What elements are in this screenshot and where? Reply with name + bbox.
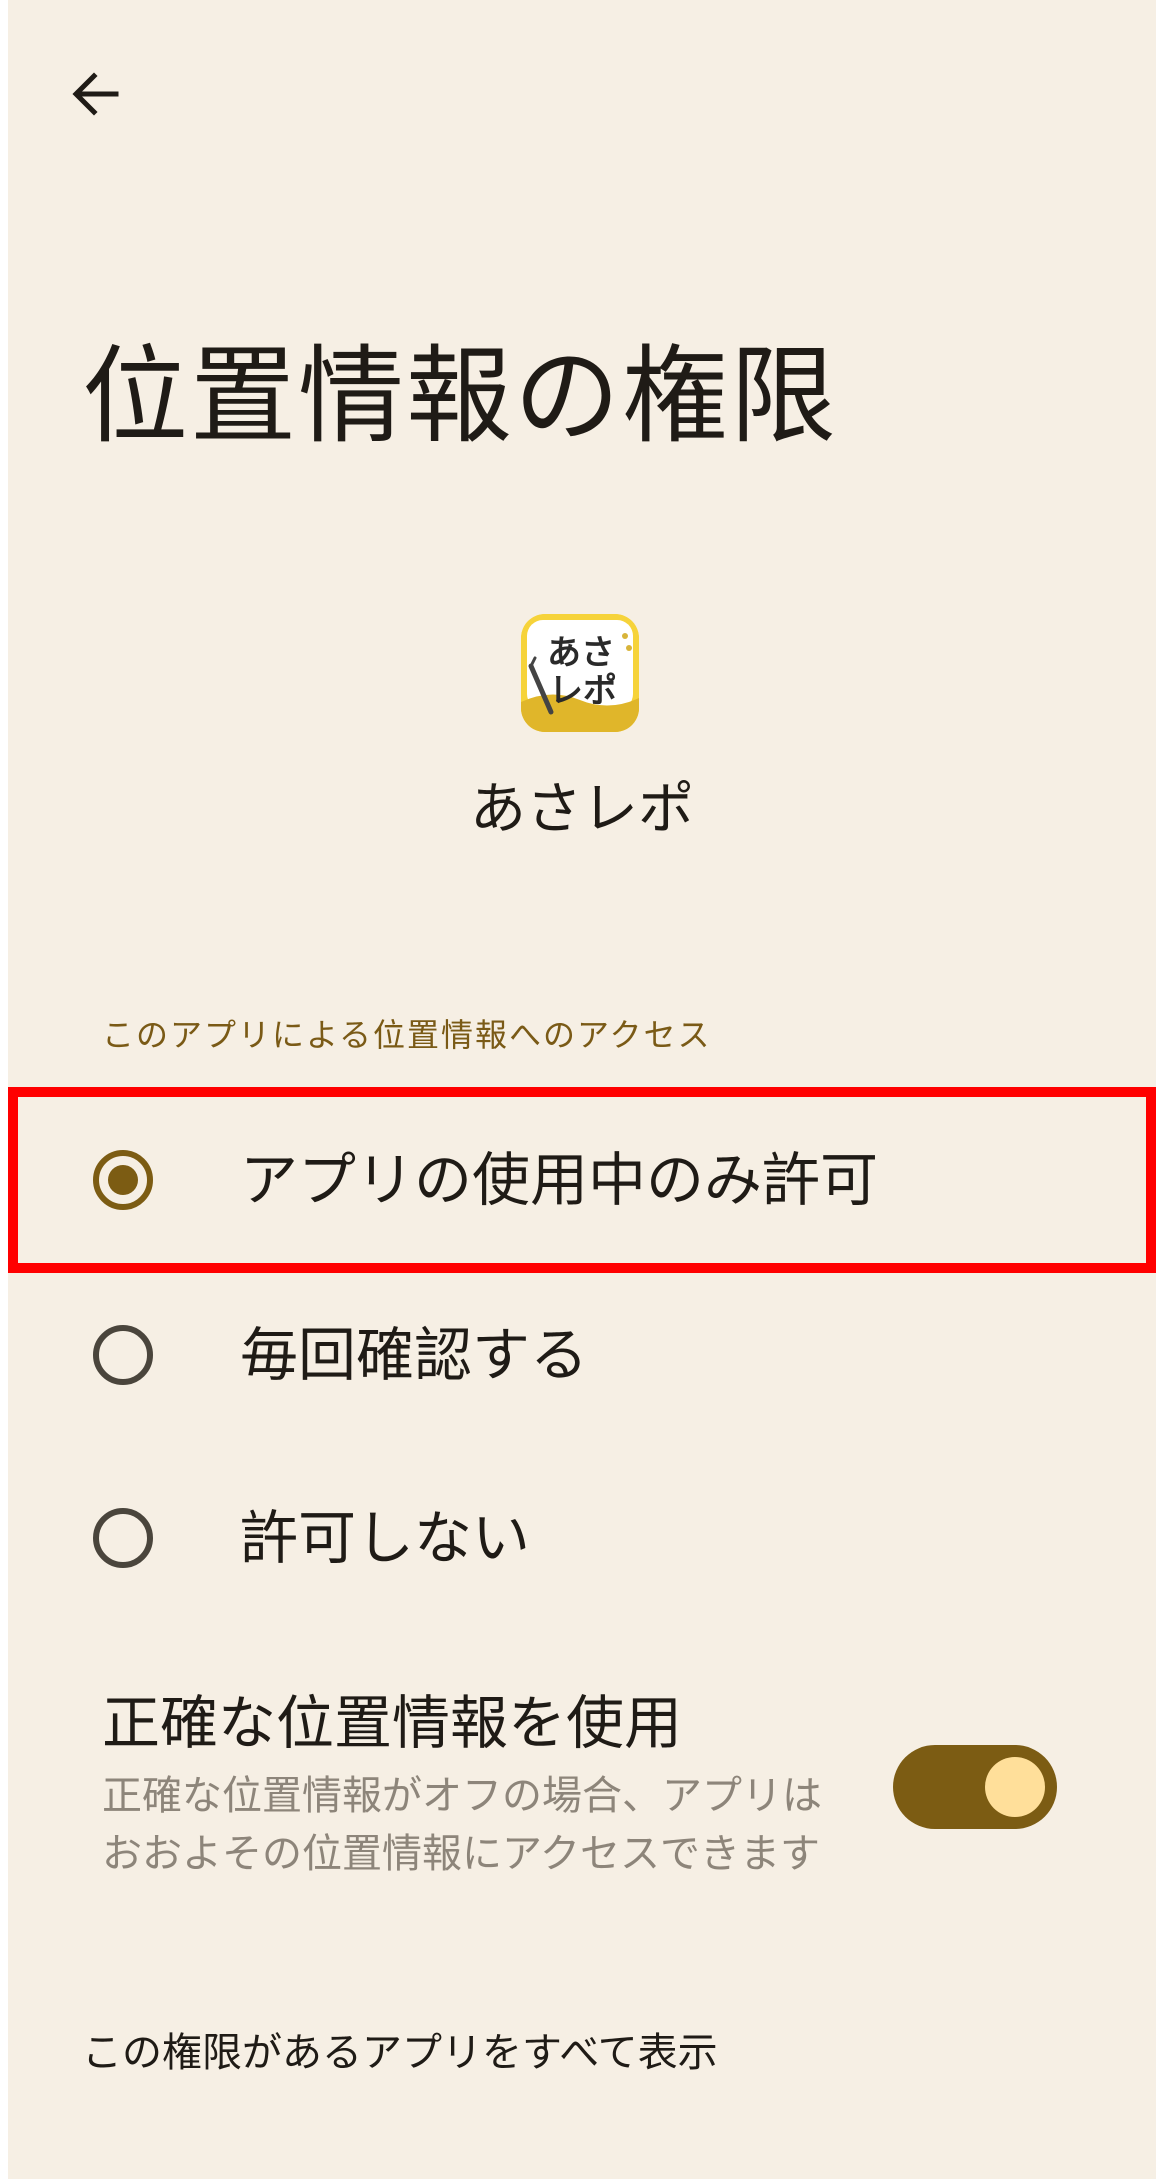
radio-selected-icon[interactable] bbox=[93, 1150, 153, 1210]
app-icon: あさ レポ bbox=[521, 614, 639, 732]
app-icon-text-bottom: レポ bbox=[549, 671, 617, 711]
page-title: 位置情報の権限 bbox=[82, 335, 838, 458]
precise-location-description: 正確な位置情報がオフの場合、アプリは おおよその位置情報にアクセスできます bbox=[102, 1767, 872, 1883]
app-icon-text-top: あさ bbox=[547, 633, 615, 673]
toggle-thumb bbox=[985, 1757, 1045, 1817]
see-all-apps-link[interactable]: この権限があるアプリをすべて表示 bbox=[82, 2020, 718, 2086]
option-deny[interactable]: 許可しない bbox=[8, 1453, 1156, 1623]
app-name: あさレポ bbox=[470, 777, 694, 842]
option-label: 許可しない bbox=[240, 1504, 531, 1572]
option-label: 毎回確認する bbox=[240, 1321, 589, 1389]
radio-unselected-icon[interactable] bbox=[93, 1325, 153, 1385]
permission-screen: 位置情報の権限 あさ レポ あさレポ このアプリによる位置情報へのアクセス アプ… bbox=[8, 0, 1156, 2179]
precise-location-description-line: 正確な位置情報がオフの場合、アプリは bbox=[102, 1773, 822, 1819]
precise-location-description-line: おおよその位置情報にアクセスできます bbox=[102, 1831, 820, 1877]
radio-unselected-icon[interactable] bbox=[93, 1508, 153, 1568]
precise-location-setting[interactable]: 正確な位置情報を使用 正確な位置情報がオフの場合、アプリは おおよその位置情報に… bbox=[8, 1675, 1156, 1905]
option-label: アプリの使用中のみ許可 bbox=[240, 1146, 879, 1214]
back-button[interactable] bbox=[56, 56, 136, 136]
section-label: このアプリによる位置情報へのアクセス bbox=[102, 1016, 712, 1054]
precise-location-title: 正確な位置情報を使用 bbox=[102, 1689, 683, 1757]
precise-location-toggle[interactable] bbox=[893, 1745, 1057, 1829]
option-allow-while-using[interactable]: アプリの使用中のみ許可 bbox=[8, 1095, 1156, 1265]
arrow-left-icon bbox=[68, 66, 124, 126]
option-ask-every-time[interactable]: 毎回確認する bbox=[8, 1270, 1156, 1440]
